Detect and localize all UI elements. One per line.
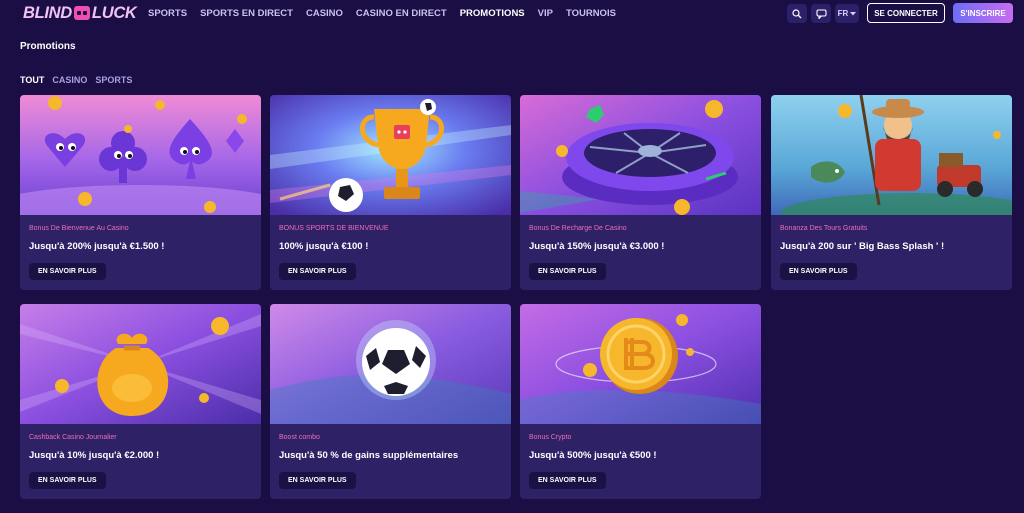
main-nav: SPORTS SPORTS EN DIRECT CASINO CASINO EN… bbox=[148, 8, 629, 19]
promo-title: Jusqu'à 200 sur ' Big Bass Splash ' ! bbox=[780, 241, 945, 252]
search-button[interactable] bbox=[787, 4, 807, 23]
promo-category: Bonanza Des Tours Gratuits bbox=[780, 225, 868, 232]
register-button[interactable]: S'INSCRIRE bbox=[953, 3, 1013, 23]
learn-more-button[interactable]: EN SAVOIR PLUS bbox=[279, 472, 356, 489]
promo-category: Bonus De Bienvenue Au Casino bbox=[29, 225, 129, 232]
learn-more-button[interactable]: EN SAVOIR PLUS bbox=[29, 472, 106, 489]
promo-title: Jusqu'à 500% jusqu'à €500 ! bbox=[529, 450, 657, 461]
roulette-illustration bbox=[520, 95, 761, 215]
promo-title: Jusqu'à 200% jusqu'à €1.500 ! bbox=[29, 241, 165, 252]
top-header: BLIND LUCK SPORTS SPORTS EN DIRECT CASIN… bbox=[0, 0, 1024, 27]
search-icon bbox=[792, 8, 802, 18]
learn-more-button[interactable]: EN SAVOIR PLUS bbox=[529, 263, 606, 280]
promo-category: Bonus Crypto bbox=[529, 434, 572, 441]
promo-title: Jusqu'à 50 % de gains supplémentaires bbox=[279, 450, 459, 461]
login-button[interactable]: SE CONNECTER bbox=[867, 3, 945, 23]
nav-vip[interactable]: VIP bbox=[538, 8, 553, 19]
learn-more-button[interactable]: EN SAVOIR PLUS bbox=[529, 472, 606, 489]
promo-card[interactable]: Boost combo Jusqu'à 50 % de gains supplé… bbox=[270, 304, 511, 499]
fisherman-illustration bbox=[771, 95, 1012, 215]
promo-card[interactable]: Bonus De Recharge De Casino Jusqu'à 150%… bbox=[520, 95, 761, 290]
money-bag-illustration bbox=[20, 304, 261, 424]
bitcoin-coin-illustration bbox=[520, 304, 761, 424]
promo-card[interactable]: Cashback Casino Journalier Jusqu'à 10% j… bbox=[20, 304, 261, 499]
chat-button[interactable] bbox=[811, 4, 831, 23]
dice-icon bbox=[73, 6, 90, 20]
learn-more-button[interactable]: EN SAVOIR PLUS bbox=[279, 263, 356, 280]
soccer-ball-illustration bbox=[270, 304, 511, 424]
nav-tournaments[interactable]: TOURNOIS bbox=[566, 8, 616, 19]
logo-text-right: LUCK bbox=[91, 3, 137, 22]
filter-all[interactable]: TOUT bbox=[20, 75, 44, 85]
logo-text-left: BLIND bbox=[23, 3, 72, 22]
brand-logo[interactable]: BLIND LUCK bbox=[23, 4, 137, 22]
nav-casino[interactable]: CASINO bbox=[306, 8, 343, 19]
promo-category: Cashback Casino Journalier bbox=[29, 434, 117, 441]
promo-category: Boost combo bbox=[279, 434, 320, 441]
promo-title: Jusqu'à 10% jusqu'à €2.000 ! bbox=[29, 450, 160, 461]
promo-card[interactable]: BONUS SPORTS DE BIENVENUE 100% jusqu'à €… bbox=[270, 95, 511, 290]
promo-card[interactable]: Bonanza Des Tours Gratuits Jusqu'à 200 s… bbox=[771, 95, 1012, 290]
chat-icon bbox=[815, 8, 827, 19]
language-label: FR bbox=[837, 9, 849, 18]
nav-sports-live[interactable]: SPORTS EN DIRECT bbox=[200, 8, 293, 19]
promo-card[interactable]: Bonus De Bienvenue Au Casino Jusqu'à 200… bbox=[20, 95, 261, 290]
nav-sports[interactable]: SPORTS bbox=[148, 8, 187, 19]
nav-casino-live[interactable]: CASINO EN DIRECT bbox=[356, 8, 447, 19]
chevron-down-icon bbox=[850, 11, 857, 15]
page-title: Promotions bbox=[20, 41, 76, 52]
card-suits-illustration bbox=[20, 95, 261, 215]
filter-sports[interactable]: SPORTS bbox=[95, 75, 132, 85]
learn-more-button[interactable]: EN SAVOIR PLUS bbox=[780, 263, 857, 280]
learn-more-button[interactable]: EN SAVOIR PLUS bbox=[29, 263, 106, 280]
language-selector[interactable]: FR bbox=[835, 4, 859, 23]
promo-category: Bonus De Recharge De Casino bbox=[529, 225, 627, 232]
promo-card[interactable]: Bonus Crypto Jusqu'à 500% jusqu'à €500 !… bbox=[520, 304, 761, 499]
filter-casino[interactable]: CASINO bbox=[52, 75, 87, 85]
trophy-illustration bbox=[270, 95, 511, 215]
promo-filter-tabs: TOUT CASINO SPORTS bbox=[20, 75, 132, 85]
promo-title: Jusqu'à 150% jusqu'à €3.000 ! bbox=[529, 241, 665, 252]
nav-promotions[interactable]: PROMOTIONS bbox=[460, 8, 525, 19]
promo-category: BONUS SPORTS DE BIENVENUE bbox=[279, 225, 389, 232]
promo-title: 100% jusqu'à €100 ! bbox=[279, 241, 369, 252]
